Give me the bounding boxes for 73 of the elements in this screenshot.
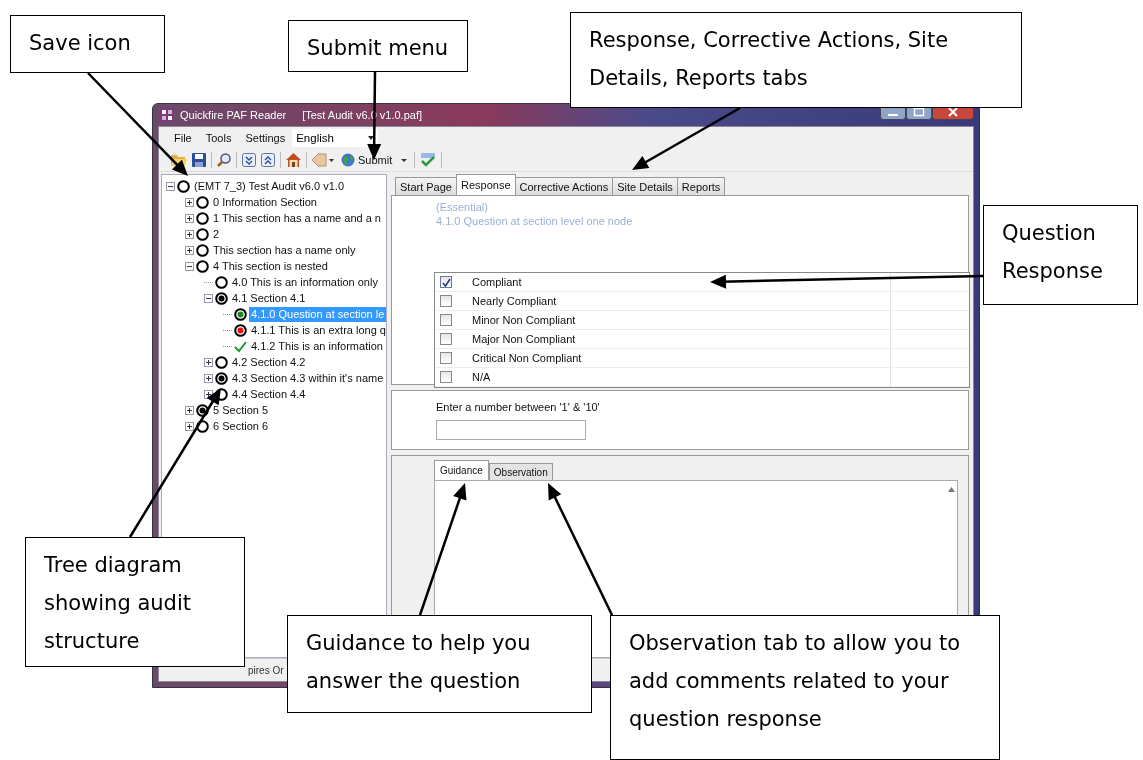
globe-icon [341, 153, 355, 167]
option-label: Minor Non Compliant [472, 314, 576, 326]
checkbox[interactable] [440, 371, 452, 383]
expand-icon[interactable] [185, 245, 194, 255]
tree-item[interactable]: 4.2 Section 4.2 [230, 354, 308, 370]
language-dropdown[interactable]: English [292, 129, 378, 147]
tree-item[interactable]: 2 [211, 226, 222, 242]
tree-item[interactable]: 0 Information Section [211, 194, 319, 210]
callout-text: Observation tab to allow you to add comments related to your question response [629, 630, 961, 733]
caret-icon [367, 136, 374, 140]
tree-item[interactable]: 4.3 Section 4.3 within it's name [230, 370, 386, 386]
collapse-icon[interactable] [166, 181, 175, 191]
priority-label: (Essential) [435, 200, 489, 214]
tree-item[interactable]: 5 Section 5 [211, 402, 271, 418]
tree-item[interactable]: 4.1.1 This is an extra long q [249, 322, 386, 338]
option-label: Nearly Compliant [472, 295, 557, 307]
expand-icon[interactable] [204, 357, 213, 367]
number-input-field[interactable] [436, 420, 586, 440]
callout-text: Question Response [1002, 220, 1104, 285]
callout-text: Tree diagram showing audit structure [44, 552, 192, 655]
tag-dropdown-icon[interactable] [312, 153, 334, 167]
tab[interactable]: Corrective Actions [514, 177, 614, 195]
window-title: Quickfire PAF Reader [180, 109, 287, 121]
question-prompt: Enter a number between '1' & '10' [436, 401, 601, 413]
option-label: Critical Non Compliant [472, 352, 582, 364]
tree-item[interactable]: 6 Section 6 [211, 418, 271, 434]
tab[interactable]: Reports [676, 177, 726, 195]
spellcheck-icon[interactable] [420, 153, 437, 167]
tab[interactable]: Start Page [395, 177, 457, 195]
home-icon[interactable] [286, 153, 301, 167]
checkbox[interactable] [440, 352, 452, 364]
collapse-all-icon[interactable] [261, 153, 275, 167]
checkbox[interactable] [440, 295, 452, 307]
tree-item[interactable]: 4 This section is nested [211, 258, 330, 274]
expand-icon[interactable] [185, 421, 194, 431]
tree-item[interactable]: This section has a name only [211, 242, 358, 258]
save-icon[interactable] [192, 153, 206, 167]
tab[interactable]: Guidance [434, 460, 489, 480]
menu-item[interactable]: Tools [198, 132, 239, 144]
tab[interactable]: Observation [488, 463, 553, 480]
menu-item[interactable]: Settings [238, 132, 293, 144]
search-icon[interactable] [217, 153, 231, 167]
option-label: Compliant [472, 276, 522, 288]
option-label: Major Non Compliant [472, 333, 576, 345]
tree-item[interactable]: 4.1 Section 4.1 [230, 290, 308, 306]
checkbox[interactable] [440, 333, 452, 345]
app-icon [160, 108, 174, 122]
status-text: pires Or [248, 664, 284, 676]
tab[interactable]: Site Details [612, 177, 678, 195]
tree-item[interactable]: 1 This section has a name and a n [211, 210, 383, 226]
tree-item[interactable]: 4.0 This is an information only [230, 274, 380, 290]
callout-text: Response, Corrective Actions, Site Details, Reports tabs [589, 27, 950, 92]
expand-icon[interactable] [185, 229, 194, 239]
expand-icon[interactable] [185, 197, 194, 207]
tree-item[interactable]: 4.1.2 This is an information [249, 338, 385, 354]
option-label: N/A [472, 371, 491, 383]
checkbox[interactable] [440, 276, 452, 288]
callout-text: Save icon [29, 30, 131, 57]
expand-icon[interactable] [185, 405, 194, 415]
callout-text: Guidance to help you answer the question [306, 630, 532, 695]
expand-icon[interactable] [204, 373, 213, 383]
expand-icon[interactable] [185, 213, 194, 223]
collapse-icon[interactable] [204, 293, 213, 303]
tab[interactable]: Response [456, 174, 516, 195]
checkbox[interactable] [440, 314, 452, 326]
menu-item[interactable]: File [167, 132, 199, 144]
tree-item[interactable]: (EMT 7_3) Test Audit v6.0 v1.0 [192, 178, 346, 194]
scroll-up-icon[interactable] [947, 487, 955, 492]
expand-all-icon[interactable] [242, 153, 256, 167]
question-text: 4.1.0 Question at section level one node [435, 214, 634, 228]
collapse-icon[interactable] [185, 261, 194, 271]
callout-text: Submit menu [307, 35, 449, 62]
tree-item[interactable]: 4.4 Section 4.4 [230, 386, 308, 402]
